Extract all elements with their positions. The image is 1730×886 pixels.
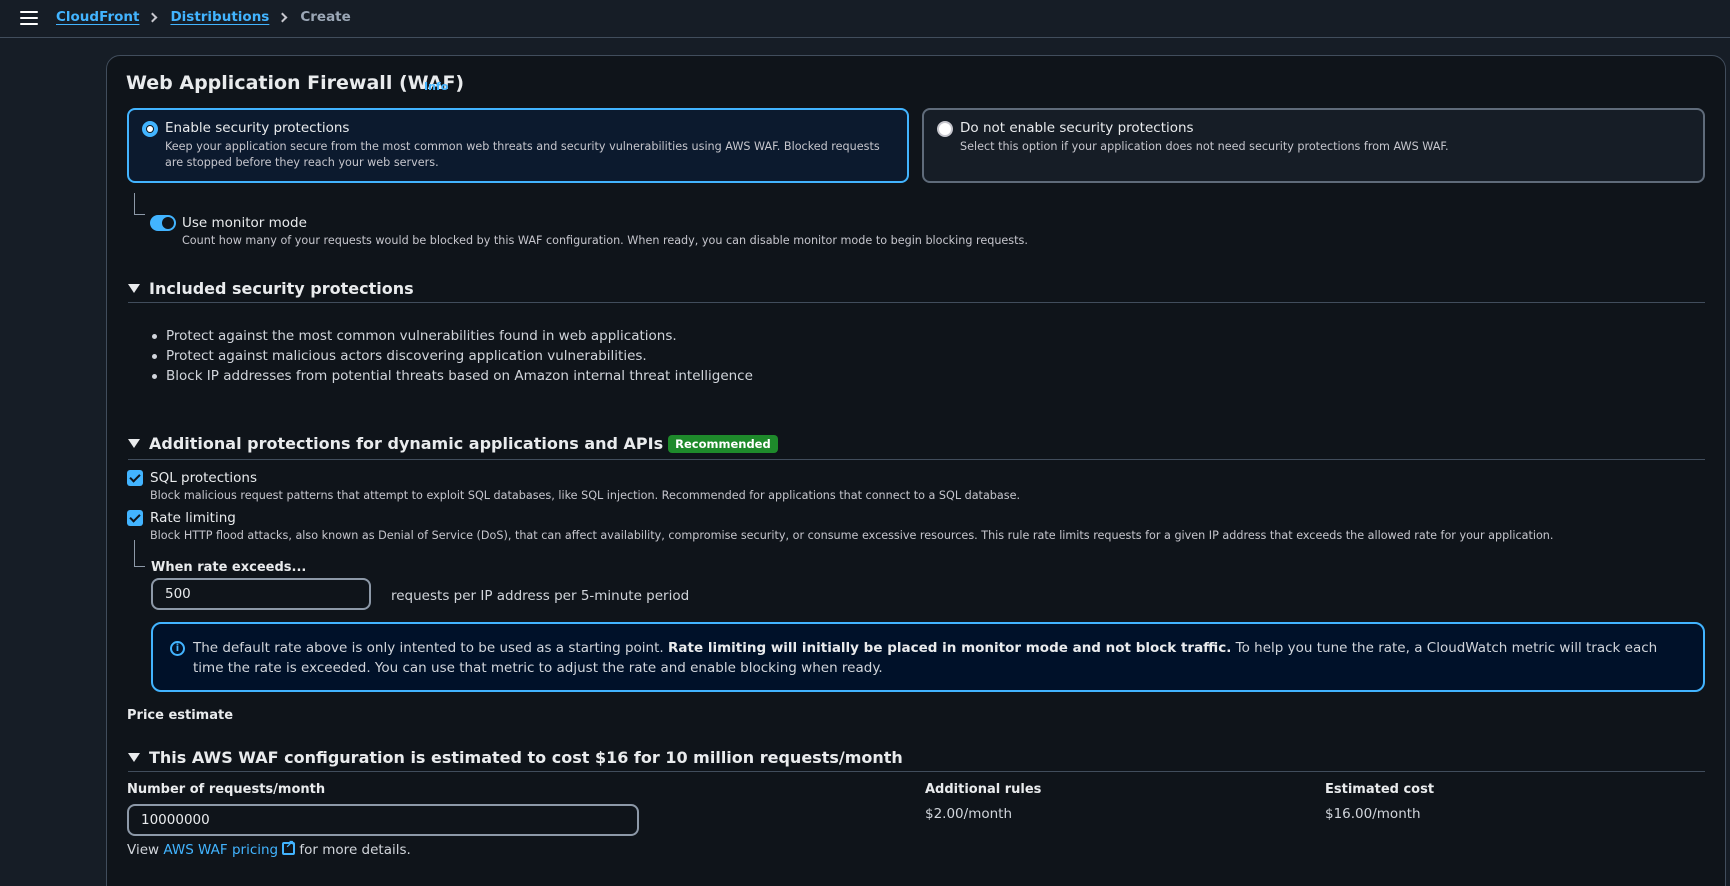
rate-unit-label: requests per IP address per 5-minute per… [391, 588, 690, 604]
pricing-note-suffix: for more details. [299, 842, 411, 858]
caret-down-icon [128, 284, 140, 293]
divider [128, 771, 1705, 772]
sql-protections-checkbox[interactable] [127, 470, 143, 486]
included-protections-title: Included security protections [149, 279, 414, 298]
pricing-note-prefix: View [127, 842, 160, 858]
rate-limiting-desc: Block HTTP flood attacks, also known as … [150, 529, 1554, 542]
monitor-mode-toggle[interactable] [150, 215, 176, 231]
top-navigation-bar: CloudFront Distributions Create [0, 0, 1730, 38]
requests-label: Number of requests/month [127, 782, 326, 797]
rate-exceeds-label: When rate exceeds... [151, 560, 307, 575]
menu-icon[interactable] [20, 11, 38, 25]
breadcrumb-current: Create [300, 9, 351, 25]
external-link-icon[interactable] [282, 838, 296, 855]
enable-security-label: Enable security protections [165, 120, 350, 136]
additional-rules-value: $2.00/month [925, 806, 1013, 822]
rate-limit-input[interactable]: 500 [151, 578, 371, 610]
tree-connector [134, 193, 145, 215]
recommended-badge: Recommended [668, 434, 778, 453]
info-link[interactable]: Info [424, 80, 448, 93]
caret-down-icon [128, 753, 140, 762]
estimated-cost-value: $16.00/month [1325, 806, 1421, 822]
disable-security-radio[interactable] [937, 121, 953, 137]
alert-text: The default rate above is only intented … [193, 638, 1683, 678]
disable-security-label: Do not enable security protections [960, 120, 1194, 136]
enable-security-radio[interactable] [142, 121, 158, 137]
chevron-right-icon [148, 12, 158, 22]
monitor-mode-desc: Count how many of your requests would be… [182, 234, 1028, 247]
price-estimate-title: This AWS WAF configuration is estimated … [149, 748, 903, 767]
enable-security-tile[interactable]: Enable security protections Keep your ap… [127, 108, 909, 183]
additional-rules-label: Additional rules [925, 782, 1042, 797]
divider [128, 302, 1705, 303]
disable-security-tile[interactable]: Do not enable security protections Selec… [922, 108, 1705, 183]
list-item: Protect against malicious actors discove… [150, 346, 753, 366]
caret-down-icon [128, 439, 140, 448]
rate-limiting-checkbox[interactable] [127, 510, 143, 526]
sql-protections-label: SQL protections [150, 470, 258, 486]
waf-title: Web Application Firewall (WAF) [126, 72, 465, 94]
alert-text-prefix: The default rate above is only intented … [193, 640, 664, 656]
included-protections-list: Protect against the most common vulnerab… [150, 326, 753, 386]
rate-limit-info-alert: i The default rate above is only intente… [151, 622, 1705, 692]
tree-connector [134, 540, 145, 567]
waf-pricing-link[interactable]: AWS WAF pricing [163, 842, 278, 858]
sql-protections-desc: Block malicious request patterns that at… [150, 489, 1021, 502]
chevron-right-icon [277, 12, 288, 22]
disable-security-desc: Select this option if your application d… [960, 140, 1449, 153]
breadcrumb: CloudFront Distributions Create [56, 9, 351, 25]
breadcrumb-cloudfront[interactable]: CloudFront [56, 9, 139, 25]
rate-limiting-label: Rate limiting [150, 510, 236, 526]
price-estimate-header[interactable]: This AWS WAF configuration is estimated … [128, 748, 903, 767]
additional-protections-header[interactable]: Additional protections for dynamic appli… [128, 434, 778, 453]
alert-text-bold: Rate limiting will initially be placed i… [668, 640, 1232, 656]
list-item: Block IP addresses from potential threat… [150, 366, 753, 386]
price-estimate-label: Price estimate [127, 708, 234, 723]
included-protections-header[interactable]: Included security protections [128, 279, 414, 298]
pricing-note: View AWS WAF pricing for more details. [127, 838, 411, 858]
enable-security-desc: Keep your application secure from the mo… [165, 140, 880, 169]
requests-input[interactable]: 10000000 [127, 804, 639, 836]
info-icon: i [170, 641, 185, 656]
list-item: Protect against the most common vulnerab… [150, 326, 753, 346]
breadcrumb-distributions[interactable]: Distributions [170, 9, 269, 25]
additional-protections-title: Additional protections for dynamic appli… [149, 434, 664, 453]
monitor-mode-label: Use monitor mode [182, 215, 307, 231]
estimated-cost-label: Estimated cost [1325, 782, 1435, 797]
divider [128, 459, 1705, 460]
